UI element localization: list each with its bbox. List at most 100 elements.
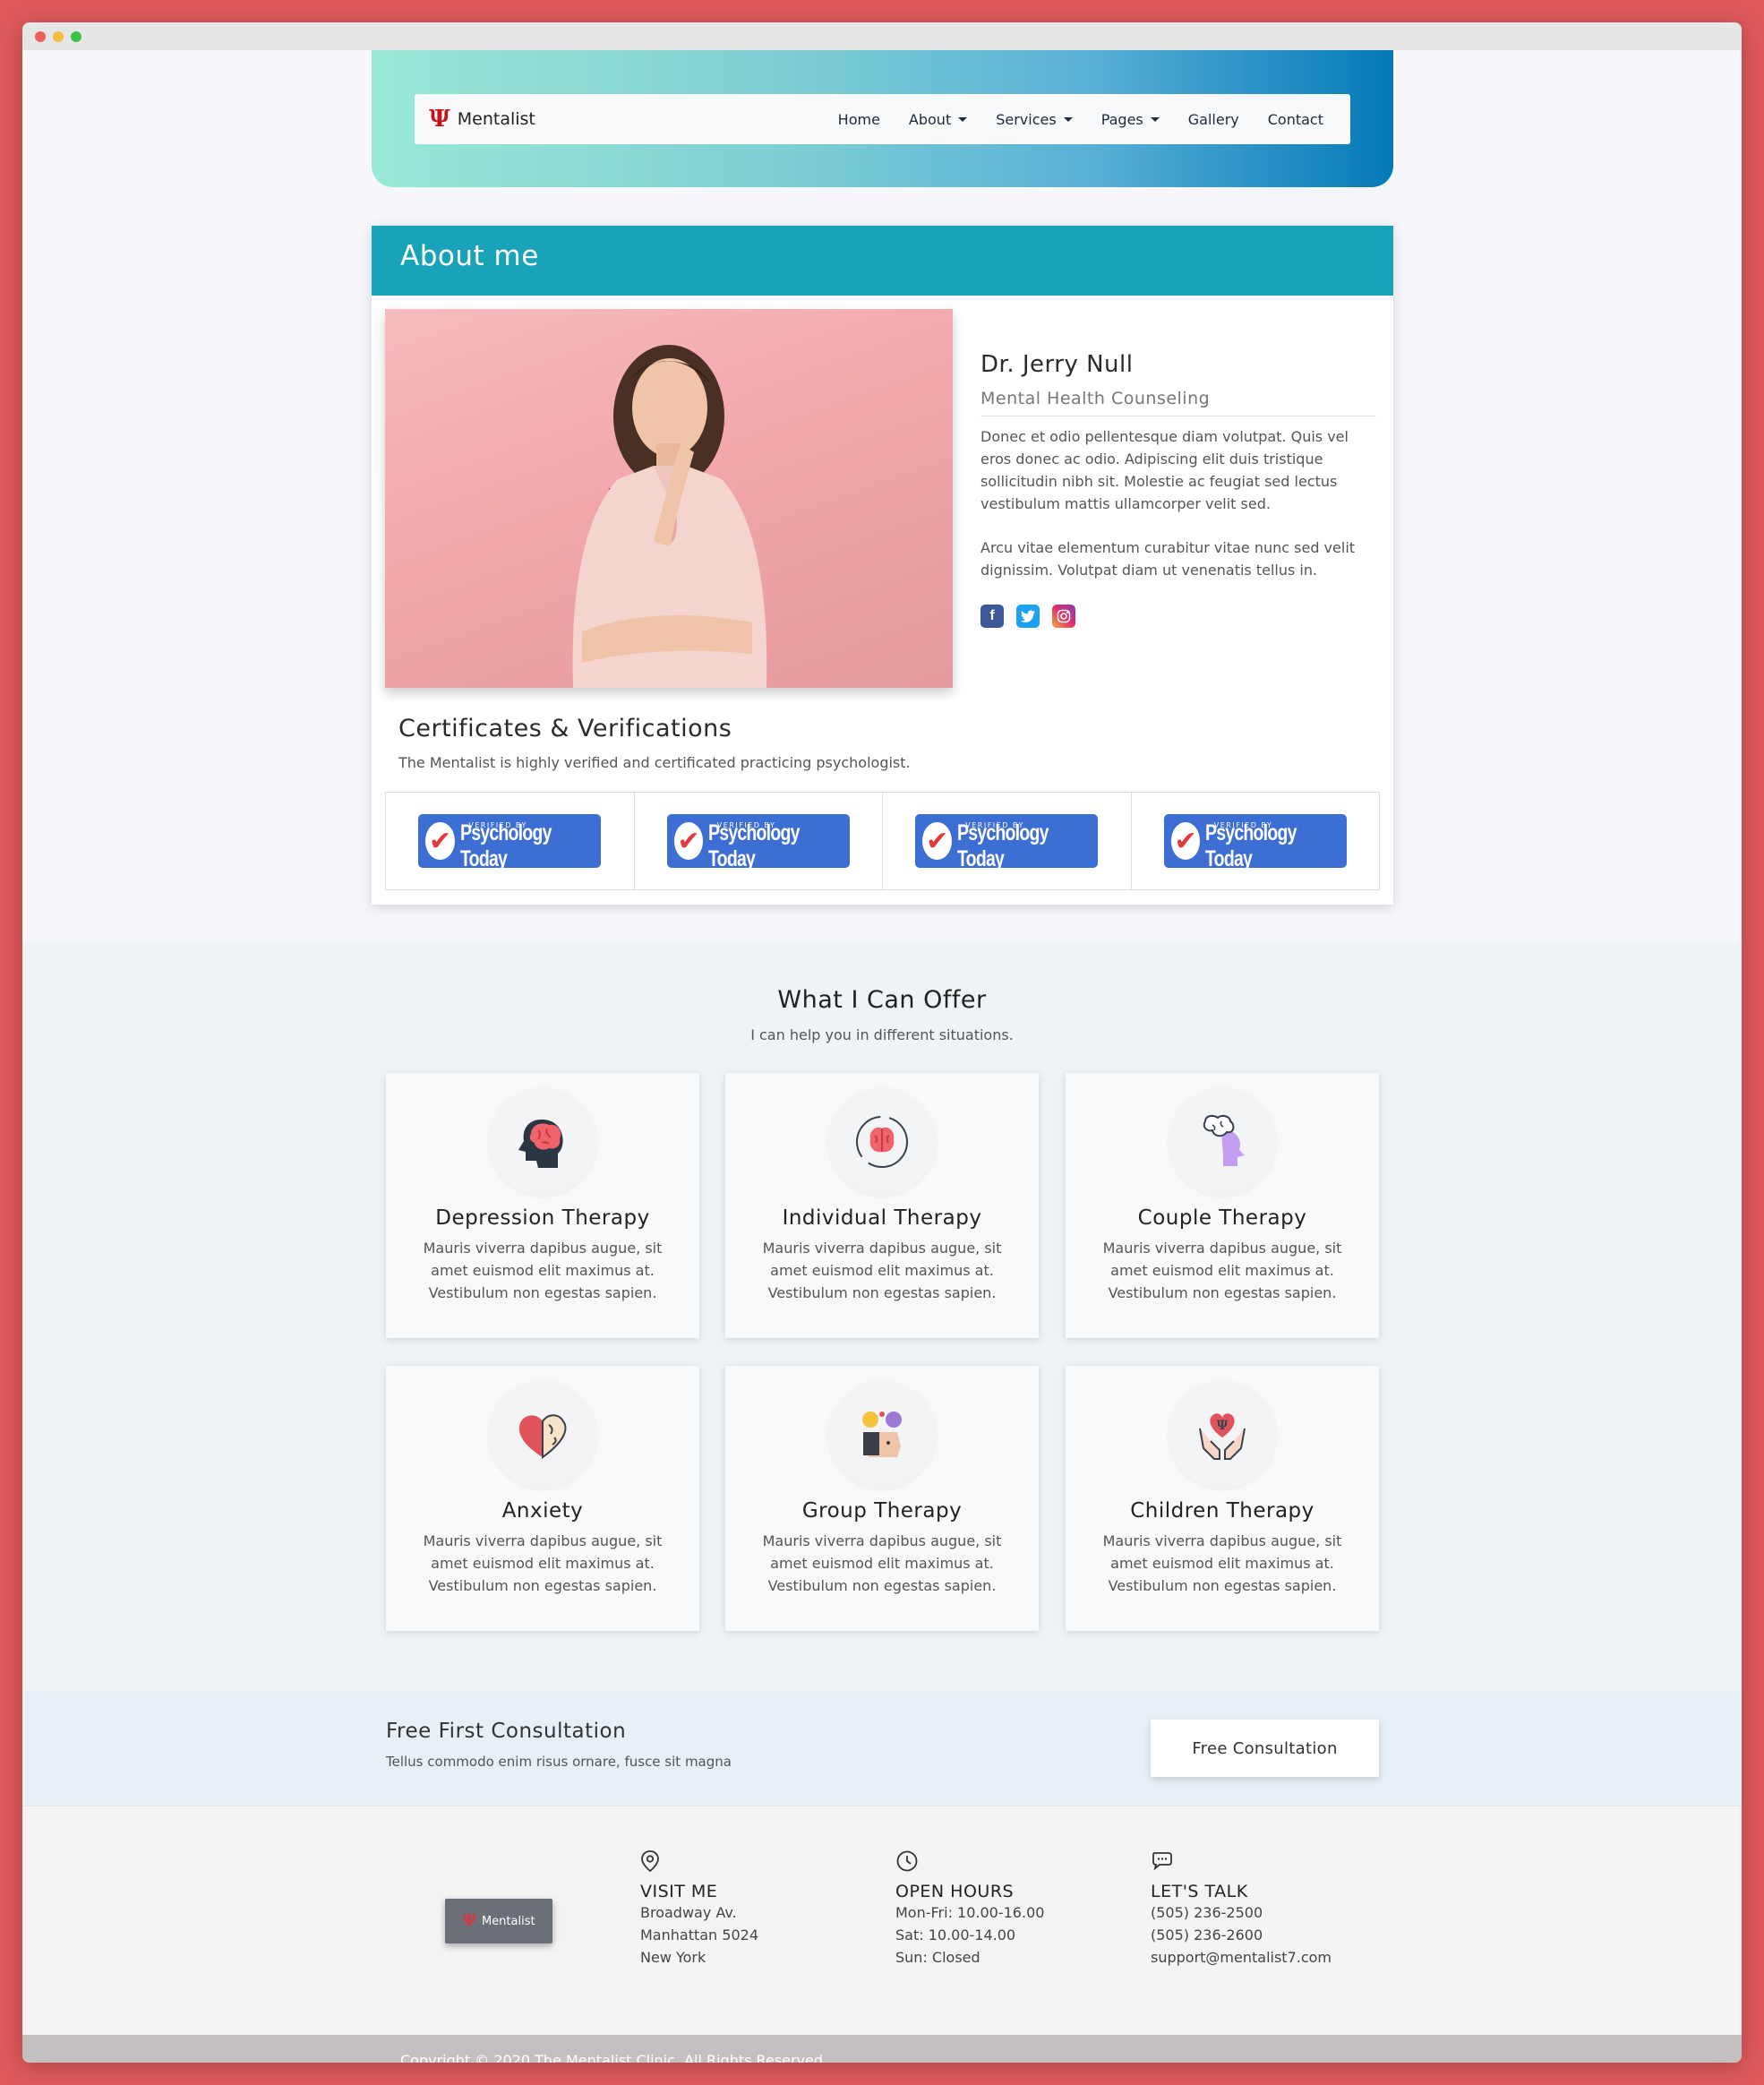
footer-hours-line: Sat: 10.00-14.00 [895, 1926, 1016, 1943]
service-card-couple[interactable]: Couple Therapy Mauris viverra dapibus au… [1066, 1073, 1379, 1338]
badge-name: Psychology Today [459, 820, 552, 871]
doctor-role: Mental Health Counseling [980, 389, 1376, 416]
consultation-band: Free First Consultation Tellus commodo e… [22, 1691, 1742, 1806]
consultation-subtitle: Tellus commodo enim risus ornare, fusce … [386, 1754, 732, 1770]
browser-chrome [22, 22, 1742, 50]
service-text: Mauris viverra dapibus augue, sit amet e… [1102, 1240, 1342, 1301]
badge-cell: ✔ VERIFIED BY Psychology Today [386, 793, 635, 889]
footer: Ψ Mentalist VISIT ME Broadway Av. Manhat… [22, 1806, 1742, 2035]
footer-hours-line: Sun: Closed [895, 1949, 980, 1966]
brand-logo[interactable]: Ψ Mentalist [429, 106, 535, 133]
checkmark-icon: ✔ [425, 822, 455, 860]
brain-cycle-icon [828, 1088, 936, 1196]
service-text: Mauris viverra dapibus augue, sit amet e… [762, 1532, 1002, 1594]
page: Ψ Mentalist Home About Services Pages Ga… [22, 50, 1742, 2063]
maximize-window-button[interactable] [71, 30, 81, 42]
footer-logo[interactable]: Ψ Mentalist [445, 1899, 552, 1943]
footer-email[interactable]: support@mentalist7.com [1151, 1946, 1366, 1969]
service-text: Mauris viverra dapibus augue, sit amet e… [762, 1240, 1002, 1301]
nav-label: Gallery [1187, 110, 1239, 128]
psi-logo-icon: Ψ [429, 106, 450, 133]
footer-visit-line: Broadway Av. [640, 1904, 737, 1921]
service-card-individual[interactable]: Individual Therapy Mauris viverra dapibu… [725, 1073, 1039, 1338]
nav-item-pages[interactable]: Pages [1101, 111, 1160, 128]
nav-label: Contact [1267, 110, 1323, 128]
service-text: Mauris viverra dapibus augue, sit amet e… [1102, 1532, 1342, 1594]
consultation-title: Free First Consultation [386, 1720, 627, 1743]
footer-visit-line: Manhattan 5024 [640, 1926, 758, 1943]
checkmark-icon: ✔ [673, 822, 704, 860]
footer-visit-line: New York [640, 1949, 706, 1966]
browser-window: Ψ Mentalist Home About Services Pages Ga… [22, 22, 1742, 2063]
doctor-name: Dr. Jerry Null [980, 351, 1134, 378]
head-brain-icon [489, 1088, 596, 1196]
about-heading: About me [372, 226, 1393, 296]
copyright-bar: Copyright © 2020 The Mentalist Clinic. A… [22, 2035, 1742, 2063]
badge-cell: ✔ VERIFIED BY Psychology Today [883, 793, 1132, 889]
doctor-photo [385, 309, 953, 688]
psychology-today-badge[interactable]: ✔ VERIFIED BY Psychology Today [418, 814, 602, 871]
nav-label: Home [837, 110, 880, 128]
doctor-info: Dr. Jerry Null Mental Health Counseling … [980, 351, 1376, 628]
map-pin-icon [640, 1849, 855, 1873]
service-title: Depression Therapy [435, 1206, 650, 1230]
close-window-button[interactable] [35, 30, 46, 42]
about-paragraph-1: Donec et odio pellentesque diam volutpat… [980, 428, 1349, 512]
copyright-text: Copyright © 2020 The Mentalist Clinic. A… [400, 2052, 828, 2063]
service-card-children[interactable]: Ψ Children Therapy Mauris viverra dapibu… [1066, 1366, 1379, 1631]
service-title: Children Therapy [1130, 1499, 1314, 1523]
couple-heads-icon [1169, 1088, 1276, 1196]
instagram-icon[interactable] [1052, 605, 1075, 628]
footer-talk: LET'S TALK (505) 236-2500 (505) 236-2600… [1151, 1849, 1366, 1969]
twitter-icon[interactable] [1016, 605, 1040, 628]
woman-portrait-illustration [572, 345, 767, 688]
certificates-subtitle: The Mentalist is highly verified and cer… [398, 754, 911, 771]
footer-hours: OPEN HOURS Mon-Fri: 10.00-16.00 Sat: 10.… [895, 1849, 1110, 1969]
nav-item-contact[interactable]: Contact [1268, 111, 1323, 128]
heart-brain-icon [489, 1381, 596, 1489]
free-consultation-button[interactable]: Free Consultation [1151, 1720, 1379, 1777]
service-card-anxiety[interactable]: Anxiety Mauris viverra dapibus augue, si… [386, 1366, 699, 1631]
facebook-icon[interactable]: f [980, 605, 1004, 628]
badge-name: Psychology Today [1205, 820, 1297, 871]
psi-logo-icon: Ψ [462, 1912, 476, 1930]
service-card-group[interactable]: Group Therapy Mauris viverra dapibus aug… [725, 1366, 1039, 1631]
service-title: Anxiety [501, 1499, 584, 1523]
service-text: Mauris viverra dapibus augue, sit amet e… [423, 1532, 663, 1594]
psychology-today-badge[interactable]: ✔ VERIFIED BY Psychology Today [915, 814, 1099, 871]
nav-item-about[interactable]: About [908, 110, 968, 128]
checkmark-icon: ✔ [922, 822, 952, 860]
psychology-today-badge[interactable]: ✔ VERIFIED BY Psychology Today [666, 814, 850, 871]
service-title: Group Therapy [801, 1499, 963, 1523]
social-links: f [980, 605, 1376, 628]
chat-bubbles-icon [1151, 1849, 1366, 1873]
caret-down-icon [1063, 116, 1073, 122]
certificate-badges: ✔ VERIFIED BY Psychology Today ✔ VERIFIE… [385, 792, 1380, 890]
footer-visit: VISIT ME Broadway Av. Manhattan 5024 New… [640, 1849, 855, 1969]
offers-section: What I Can Offer I can help you in diffe… [22, 943, 1742, 1691]
service-card-depression[interactable]: Depression Therapy Mauris viverra dapibu… [386, 1073, 699, 1338]
footer-phone-2[interactable]: (505) 236-2600 [1151, 1924, 1366, 1946]
footer-phone-1[interactable]: (505) 236-2500 [1151, 1901, 1366, 1924]
caret-down-icon [958, 116, 968, 122]
service-title: Individual Therapy [782, 1206, 982, 1230]
checkmark-icon: ✔ [1170, 822, 1201, 860]
footer-logo-text: Mentalist [481, 1914, 535, 1928]
psychology-today-badge[interactable]: ✔ VERIFIED BY Psychology Today [1163, 814, 1347, 871]
nav-label: About [908, 110, 952, 128]
clock-icon [895, 1849, 1110, 1873]
footer-hours-title: OPEN HOURS [895, 1882, 1015, 1901]
nav-item-gallery[interactable]: Gallery [1188, 111, 1239, 128]
header-banner: Ψ Mentalist Home About Services Pages Ga… [372, 50, 1393, 187]
nav-item-services[interactable]: Services [996, 111, 1073, 128]
badge-name: Psychology Today [708, 820, 800, 871]
nav-item-home[interactable]: Home [838, 111, 880, 128]
brand-name: Mentalist [457, 109, 535, 129]
badge-name: Psychology Today [956, 820, 1049, 871]
service-text: Mauris viverra dapibus augue, sit amet e… [423, 1240, 663, 1301]
offers-subtitle: I can help you in different situations. [750, 1026, 1014, 1043]
certificates-title: Certificates & Verifications [398, 715, 732, 742]
caret-down-icon [1150, 116, 1160, 122]
about-paragraph-2: Arcu vitae elementum curabitur vitae nun… [980, 539, 1356, 579]
minimize-window-button[interactable] [53, 30, 64, 42]
